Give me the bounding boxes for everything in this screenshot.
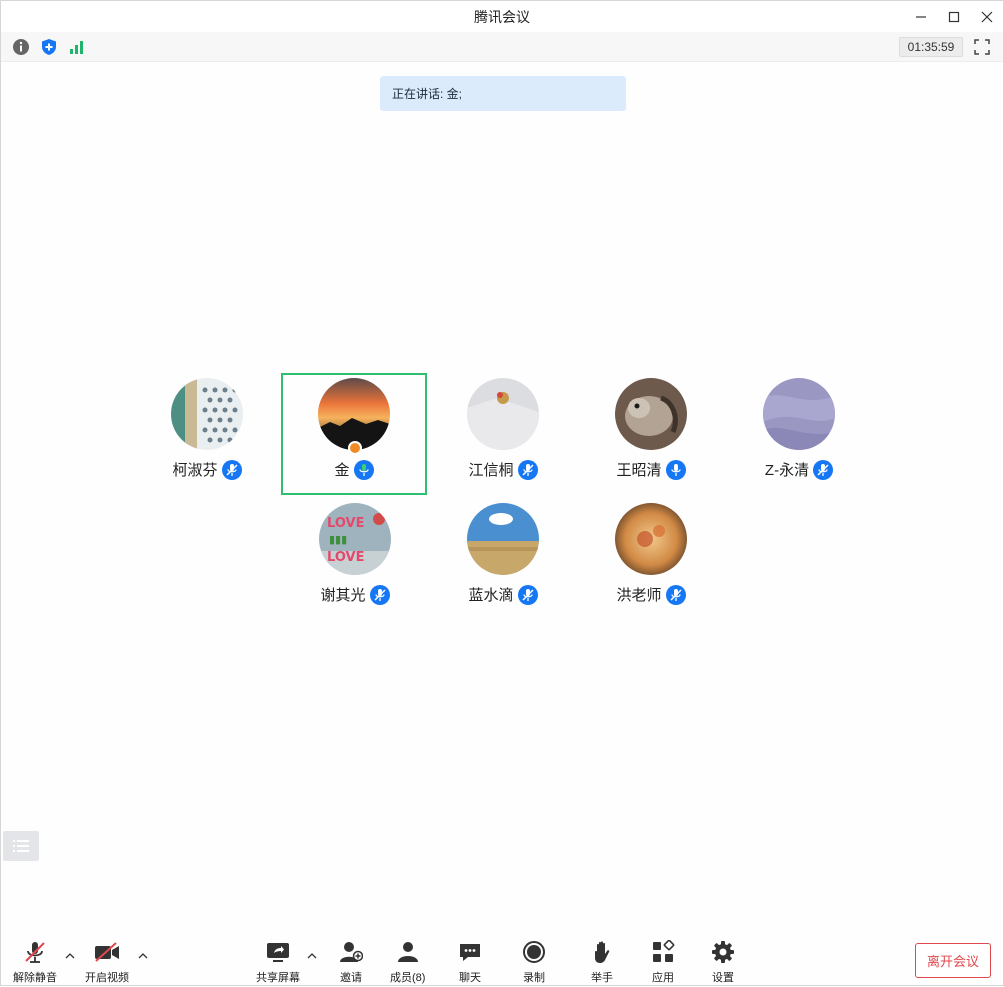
record-button[interactable]: 录制 [520, 939, 548, 985]
host-icon [348, 441, 362, 455]
mic-muted-icon [517, 584, 538, 605]
close-button[interactable] [970, 1, 1003, 32]
meeting-timer: 01:35:59 [899, 37, 963, 57]
speaking-banner: 正在讲话: 金; [380, 76, 626, 111]
participant-name: 谢其光 [320, 587, 366, 604]
share-screen-label: 共享屏幕 [256, 972, 300, 984]
video-options-button[interactable] [137, 951, 149, 961]
participant-tile[interactable]: 蓝水滴 [430, 498, 576, 620]
info-icon [13, 39, 29, 55]
avatar [467, 378, 539, 450]
raise-hand-label: 举手 [591, 972, 613, 984]
chat-button[interactable]: 聊天 [456, 939, 484, 985]
start-video-button[interactable]: 开启视频 [85, 939, 129, 985]
participant-name: 洪老师 [616, 587, 662, 604]
mic-muted-icon [369, 584, 390, 605]
mic-on-icon [665, 459, 686, 480]
participant-tile[interactable]: 柯淑芬 [134, 373, 280, 495]
mic-muted-icon [517, 459, 538, 480]
participant-name: 金 [334, 462, 350, 479]
participant-name: Z-永清 [764, 462, 810, 479]
maximize-icon [948, 11, 959, 22]
list-icon [13, 840, 29, 852]
participant-name: 蓝水滴 [468, 587, 514, 604]
network-status-button[interactable] [68, 38, 86, 56]
settings-button[interactable]: 设置 [709, 939, 737, 985]
avatar [615, 378, 687, 450]
avatar [467, 503, 539, 575]
members-button[interactable]: 成员(8) [390, 939, 425, 985]
fullscreen-button[interactable] [973, 38, 991, 56]
record-icon [520, 939, 548, 965]
share-options-button[interactable] [306, 951, 318, 961]
participant-name: 柯淑芬 [172, 462, 218, 479]
participant-tile[interactable]: 王昭清 [578, 373, 724, 495]
participant-tile[interactable]: Z-永清 [726, 373, 872, 495]
security-button[interactable] [40, 38, 58, 56]
mic-muted-icon [813, 459, 834, 480]
fullscreen-icon [974, 39, 990, 55]
bottom-toolbar: 解除静音 开启视频 共享屏幕 邀请 成员(8) 聊天 录制 举手 应用 设置 离… [1, 931, 1003, 987]
avatar [615, 503, 687, 575]
speaking-label: 正在讲话: 金; [392, 87, 463, 101]
window-title: 腾讯会议 [474, 8, 530, 25]
members-icon [394, 939, 422, 965]
start-video-label: 开启视频 [85, 972, 129, 984]
mic-muted-icon [665, 584, 686, 605]
share-screen-icon [264, 939, 292, 965]
minimize-button[interactable] [904, 1, 937, 32]
hand-icon [588, 939, 616, 965]
apps-button[interactable]: 应用 [649, 939, 677, 985]
apps-label: 应用 [652, 972, 674, 984]
participant-tile[interactable]: 洪老师 [578, 498, 724, 620]
minimize-icon [915, 15, 926, 18]
svg-text:▮▮▮: ▮▮▮ [329, 533, 347, 546]
unmute-label: 解除静音 [13, 972, 57, 984]
apps-icon [649, 939, 677, 965]
chevron-up-icon [138, 953, 148, 959]
leave-meeting-button[interactable]: 离开会议 [915, 943, 991, 978]
close-icon [981, 11, 992, 22]
participant-name: 王昭清 [616, 462, 662, 479]
share-screen-button[interactable]: 共享屏幕 [256, 939, 300, 985]
mic-speaking-icon [353, 459, 374, 480]
invite-label: 邀请 [340, 972, 362, 984]
mic-off-icon [21, 939, 49, 965]
signal-bars-icon [70, 41, 83, 54]
chevron-up-icon [65, 953, 75, 959]
participant-tile[interactable]: 江信桐 [430, 373, 576, 495]
video-off-icon [93, 939, 121, 965]
add-user-icon [337, 939, 365, 965]
raise-hand-button[interactable]: 举手 [588, 939, 616, 985]
shield-icon [42, 39, 56, 55]
invite-button[interactable]: 邀请 [337, 939, 365, 985]
avatar [763, 378, 835, 450]
svg-text:LOVE: LOVE [327, 550, 364, 565]
maximize-button[interactable] [937, 1, 970, 32]
meeting-window: 腾讯会议 01:35:59 正在讲话: 金; 柯淑芬 金 江信桐 王昭清 Z-永… [0, 0, 1004, 986]
unmute-button[interactable]: 解除静音 [13, 939, 57, 985]
title-bar: 腾讯会议 [1, 1, 1003, 32]
chat-label: 聊天 [459, 972, 481, 984]
meeting-info-button[interactable] [12, 38, 30, 56]
settings-label: 设置 [712, 972, 734, 984]
gear-icon [709, 939, 737, 965]
avatar [171, 378, 243, 450]
participant-tile-active[interactable]: 金 [281, 373, 427, 495]
record-label: 录制 [523, 972, 545, 984]
avatar [318, 378, 390, 450]
avatar: LOVE ▮▮▮ LOVE [319, 503, 391, 575]
chat-icon [456, 939, 484, 965]
participant-tile[interactable]: LOVE ▮▮▮ LOVE 谢其光 [282, 498, 428, 620]
members-label: 成员(8) [390, 972, 426, 984]
participant-name: 江信桐 [468, 462, 514, 479]
window-controls [904, 1, 1003, 32]
chevron-up-icon [307, 953, 317, 959]
mic-muted-icon [221, 459, 242, 480]
svg-text:LOVE: LOVE [327, 516, 364, 531]
audio-options-button[interactable] [64, 951, 76, 961]
meeting-info-bar: 01:35:59 [1, 32, 1003, 62]
floating-list-button[interactable] [3, 831, 39, 861]
